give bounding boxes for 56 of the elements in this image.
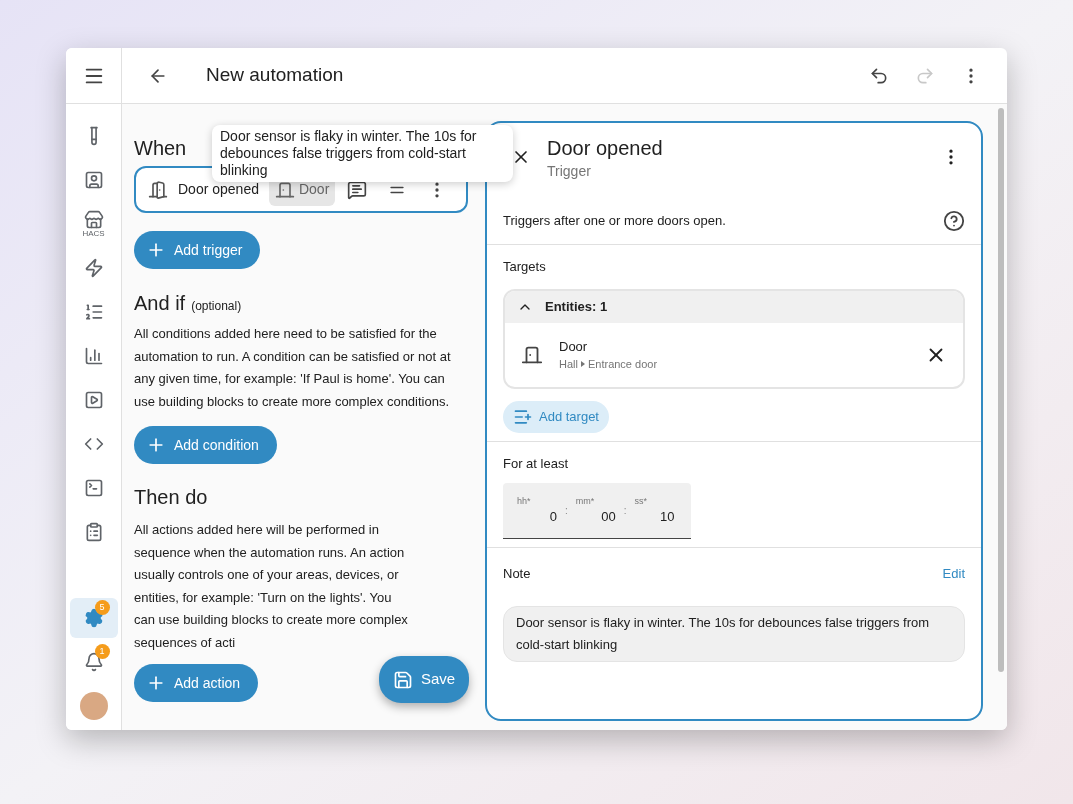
terminal-icon: [83, 478, 104, 498]
note-text: Door sensor is flaky in winter. The 10s for debounces false triggers from cold-start blinking: [503, 605, 965, 662]
sidebar-item[interactable]: HACS: [69, 204, 118, 244]
sidebar-item[interactable]: 1: [69, 642, 118, 682]
duration-label: For at least: [503, 454, 570, 473]
bell-icon: [83, 652, 104, 672]
caret-icon: [580, 361, 585, 368]
add-trigger-button[interactable]: Add trigger: [134, 231, 261, 269]
field-value: 00: [600, 507, 616, 526]
edit-link[interactable]: Edit: [942, 564, 965, 584]
play-icon: [83, 390, 104, 410]
save-button[interactable]: Save: [379, 656, 469, 703]
entity-path: Hall: [559, 357, 578, 372]
store-icon: [83, 210, 104, 230]
group-title: Entities: 1: [545, 297, 608, 316]
field-label: hh*: [517, 494, 532, 507]
lightning-icon: [83, 258, 104, 278]
bar-chart-icon: [83, 346, 104, 366]
section-heading: Then do: [134, 485, 208, 510]
help-icon[interactable]: [943, 209, 965, 232]
comment-icon[interactable]: [347, 179, 368, 200]
field-label: mm*: [575, 494, 596, 507]
entity-path: Entrance door: [587, 357, 658, 372]
sidebar-item[interactable]: 5: [69, 598, 118, 638]
optional-hint: (optional): [191, 298, 242, 315]
door-icon: [148, 179, 168, 200]
trigger-label: Door opened: [178, 180, 259, 199]
targets-label: Targets: [503, 258, 547, 276]
panel-title: Door opened: [547, 136, 663, 161]
tooltip: Door sensor is flaky in winter. The 10s for debounces false triggers from cold-start blinking: [212, 125, 513, 182]
save-icon: [392, 669, 413, 690]
group-header[interactable]: Entities: 1: [505, 290, 963, 323]
add-action-button[interactable]: Add action: [134, 664, 259, 702]
section-heading: When: [134, 136, 187, 161]
add-target-button[interactable]: Add target: [503, 400, 609, 433]
section-description: All actions added here will be performed in sequence when the automation runs. An action usually controls one of your areas, devices, or entities, for example: 'Turn on the lights'. You can use building blocks to create more complex sequences of acti: [134, 521, 409, 652]
section-description: All conditions added here need to be satisfied for the automation to run. A condition can be satisfied or not at any given time, for example: 'If Paul is home'. You can use building blocks to create more complex conditions.: [134, 325, 452, 411]
page-title: New automation: [206, 63, 344, 88]
list-icon: [83, 302, 104, 322]
field-value: 10: [659, 507, 675, 526]
trigger-description: Triggers after one or more doors open.: [503, 211, 727, 230]
count-badge: 1: [94, 644, 110, 659]
person-card-icon: [83, 170, 104, 190]
section-heading: And if: [134, 291, 186, 316]
panel-subtitle: Trigger: [547, 162, 592, 181]
time-separator: :: [623, 504, 627, 518]
hacs-label: HACS: [82, 230, 105, 238]
entity-name: Door: [559, 337, 589, 356]
duration-field[interactable]: hh* 0 : mm* 00 : ss* 10: [503, 483, 691, 539]
count-badge: 5: [94, 600, 110, 615]
note-label: Note: [503, 565, 532, 583]
time-separator: :: [565, 504, 568, 518]
field-value: 0: [548, 507, 557, 526]
field-label: ss*: [634, 494, 649, 507]
undo-icon[interactable]: [869, 65, 889, 86]
add-condition-button[interactable]: Add condition: [134, 426, 277, 464]
